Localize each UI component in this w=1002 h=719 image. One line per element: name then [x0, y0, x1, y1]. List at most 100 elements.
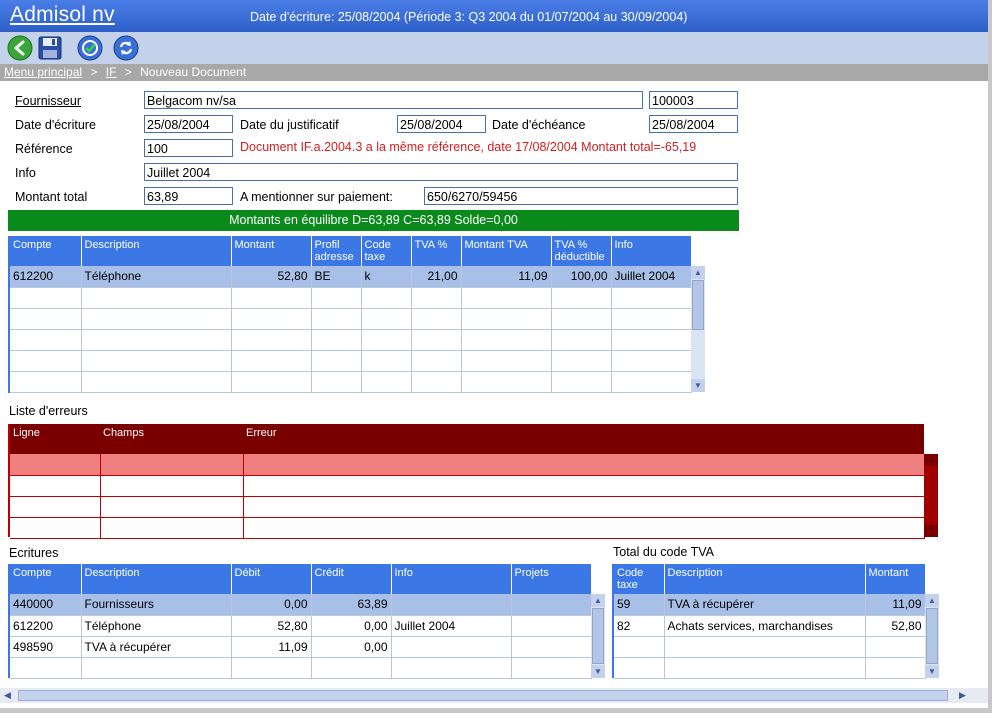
montant-total-input[interactable]: 63,89 — [144, 187, 233, 205]
scroll-left-icon[interactable]: ◀ — [0, 688, 15, 703]
cell-debit[interactable]: 0,00 — [231, 594, 312, 616]
cell-compte[interactable]: 612200 — [10, 615, 82, 637]
cell-code-taxe[interactable]: 59 — [614, 594, 665, 616]
cell-debit[interactable]: 11,09 — [231, 636, 312, 658]
scroll-down-icon[interactable] — [924, 525, 938, 537]
col-montant[interactable]: Montant — [865, 564, 926, 594]
col-ligne[interactable]: Ligne — [10, 424, 100, 454]
col-credit[interactable]: Crédit — [311, 564, 392, 594]
fournisseur-label[interactable]: Fournisseur — [15, 94, 81, 108]
breadcrumb-menu-principal[interactable]: Menu principal — [4, 65, 82, 79]
table-row[interactable]: 59 TVA à récupérer 11,09 — [614, 594, 926, 616]
validate-icon[interactable] — [77, 35, 103, 61]
table-row[interactable] — [10, 350, 692, 372]
tva-scrollbar[interactable]: ▲ ▼ — [925, 594, 939, 678]
cell-profil-adresse[interactable]: BE — [311, 266, 362, 288]
col-info[interactable]: Info — [611, 236, 692, 266]
cell-description[interactable]: Achats services, marchandises — [664, 615, 866, 637]
table-row[interactable] — [10, 496, 925, 518]
cell-info[interactable]: Juillet 2004 — [611, 266, 692, 288]
table-row[interactable] — [10, 517, 925, 539]
scroll-down-icon[interactable]: ▼ — [925, 665, 939, 678]
cell-tva-deductible[interactable]: 100,00 — [551, 266, 612, 288]
table-row[interactable]: 498590 TVA à récupérer 11,09 0,00 — [10, 636, 592, 658]
col-debit[interactable]: Débit — [231, 564, 312, 594]
cell-credit[interactable]: 63,89 — [311, 594, 392, 616]
table-row[interactable] — [10, 329, 692, 351]
cell-compte[interactable]: 612200 — [10, 266, 82, 288]
cell-montant[interactable]: 52,80 — [231, 266, 312, 288]
scroll-up-icon[interactable] — [924, 454, 938, 466]
cell-code-taxe[interactable]: k — [361, 266, 412, 288]
scroll-thumb[interactable] — [692, 280, 704, 330]
date-justificatif-input[interactable]: 25/08/2004 — [397, 115, 486, 133]
cell-montant[interactable]: 11,09 — [865, 594, 926, 616]
cell-montant[interactable]: 52,80 — [865, 615, 926, 637]
app-title[interactable]: Admisol nv — [10, 3, 115, 27]
col-compte[interactable]: Compte — [10, 564, 82, 594]
refresh-icon[interactable] — [113, 35, 139, 61]
table-row[interactable]: 440000 Fournisseurs 0,00 63,89 — [10, 594, 592, 616]
scroll-down-icon[interactable]: ▼ — [691, 379, 705, 392]
mention-input[interactable]: 650/6270/59456 — [424, 187, 738, 205]
ecritures-scrollbar[interactable]: ▲ ▼ — [591, 594, 605, 678]
back-icon[interactable] — [7, 35, 33, 61]
table-row[interactable] — [614, 636, 926, 658]
date-ecriture-input[interactable]: 25/08/2004 — [144, 115, 233, 133]
horizontal-scrollbar[interactable]: ◀ ▶ — [0, 688, 988, 703]
col-montant[interactable]: Montant — [231, 236, 312, 266]
cell-info[interactable]: Juillet 2004 — [391, 615, 512, 637]
cell-description[interactable]: Téléphone — [81, 266, 232, 288]
table-row[interactable]: 82 Achats services, marchandises 52,80 — [614, 615, 926, 637]
cell-credit[interactable]: 0,00 — [311, 636, 392, 658]
scroll-thumb[interactable] — [592, 608, 604, 664]
cell-description[interactable]: TVA à récupérer — [664, 594, 866, 616]
errors-scrollbar[interactable] — [924, 454, 938, 537]
col-tva-pct[interactable]: TVA % — [411, 236, 462, 266]
col-erreur[interactable]: Erreur — [243, 424, 924, 454]
table-row[interactable] — [10, 657, 592, 679]
lines-scrollbar[interactable]: ▲ ▼ — [691, 266, 705, 392]
table-row[interactable] — [10, 287, 692, 309]
col-montant-tva[interactable]: Montant TVA — [461, 236, 552, 266]
cell-projets[interactable] — [511, 594, 592, 616]
table-row[interactable] — [10, 475, 925, 497]
table-row[interactable]: 612200 Téléphone 52,80 0,00 Juillet 2004 — [10, 615, 592, 637]
cell-description[interactable]: Fournisseurs — [81, 594, 232, 616]
col-projets[interactable]: Projets — [511, 564, 592, 594]
cell-compte[interactable]: 498590 — [10, 636, 82, 658]
cell-projets[interactable] — [511, 636, 592, 658]
cell-description[interactable]: TVA à récupérer — [81, 636, 232, 658]
col-description[interactable]: Description — [664, 564, 866, 594]
col-code-taxe[interactable]: Code taxe — [361, 236, 412, 266]
scroll-down-icon[interactable]: ▼ — [591, 665, 605, 678]
col-code-taxe[interactable]: Code taxe — [614, 564, 665, 594]
col-info[interactable]: Info — [391, 564, 512, 594]
scroll-thumb[interactable] — [18, 690, 948, 701]
breadcrumb-if[interactable]: IF — [106, 65, 117, 79]
col-compte[interactable]: Compte — [10, 236, 82, 266]
table-row[interactable] — [10, 371, 692, 393]
reference-input[interactable]: 100 — [144, 139, 233, 157]
table-row[interactable] — [10, 454, 925, 476]
cell-info[interactable] — [391, 594, 512, 616]
cell-credit[interactable]: 0,00 — [311, 615, 392, 637]
cell-montant-tva[interactable]: 11,09 — [461, 266, 552, 288]
col-tva-deductible[interactable]: TVA % déductible — [551, 236, 612, 266]
fournisseur-input[interactable]: Belgacom nv/sa — [144, 91, 643, 109]
table-row[interactable]: 612200 Téléphone 52,80 BE k 21,00 11,09 … — [10, 266, 692, 288]
scroll-thumb[interactable] — [926, 608, 938, 664]
save-icon[interactable] — [37, 35, 63, 61]
table-row[interactable] — [614, 657, 926, 679]
cell-info[interactable] — [391, 636, 512, 658]
table-row[interactable] — [10, 308, 692, 330]
col-profil-adresse[interactable]: Profil adresse — [311, 236, 362, 266]
col-champs[interactable]: Champs — [100, 424, 243, 454]
cell-description[interactable]: Téléphone — [81, 615, 232, 637]
cell-tva-pct[interactable]: 21,00 — [411, 266, 462, 288]
scroll-up-icon[interactable]: ▲ — [925, 594, 939, 607]
cell-code-taxe[interactable]: 82 — [614, 615, 665, 637]
col-description[interactable]: Description — [81, 564, 232, 594]
cell-debit[interactable]: 52,80 — [231, 615, 312, 637]
col-description[interactable]: Description — [81, 236, 232, 266]
